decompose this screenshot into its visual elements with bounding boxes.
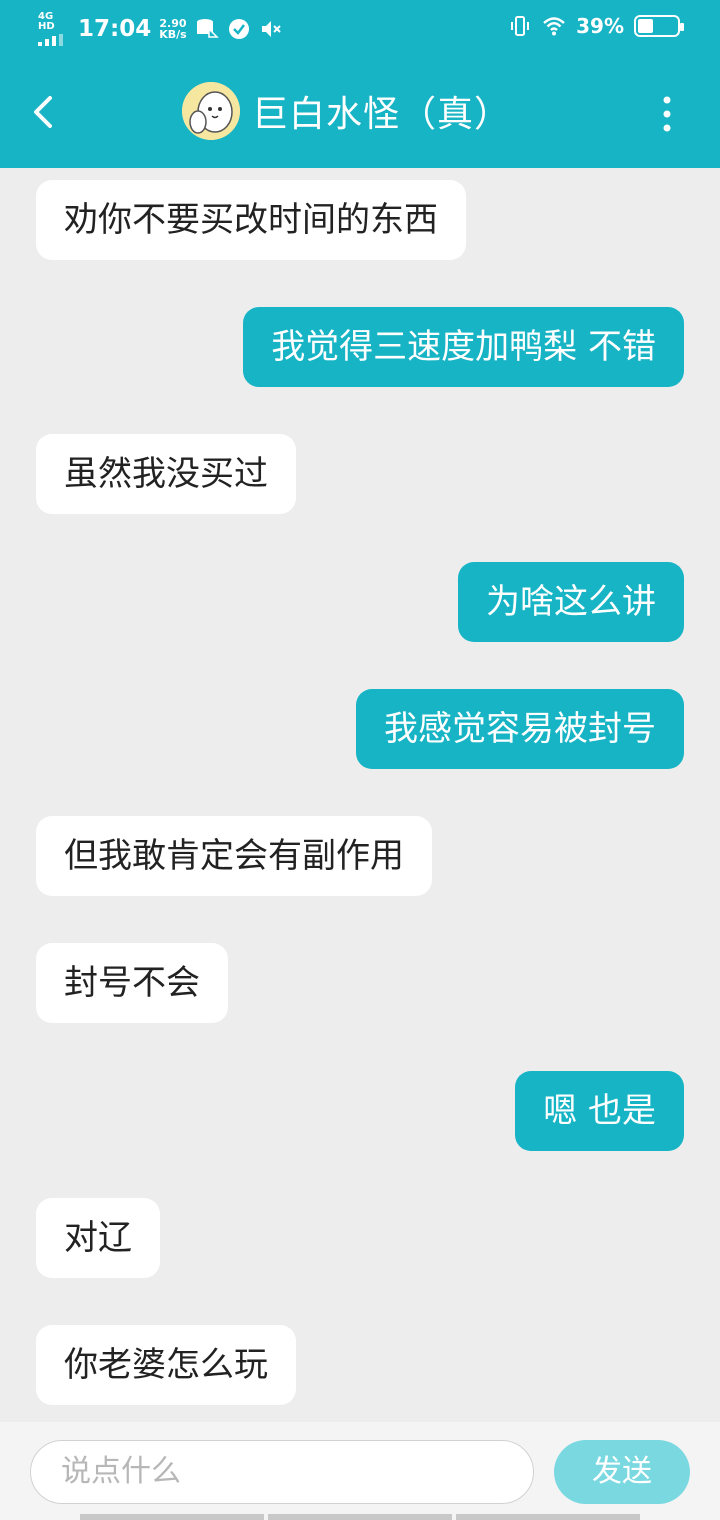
message-bubble-sent[interactable]: 为啥这么讲 [458,562,684,642]
message-bubble-received[interactable]: 劝你不要买改时间的东西 [36,180,466,260]
send-button[interactable]: 发送 [554,1440,690,1504]
mute-icon [261,21,281,37]
network-type: 4G HD [38,11,55,32]
battery-percent: 39% [576,14,624,38]
message-bubble-sent[interactable]: 嗯 也是 [515,1071,684,1151]
chevron-left-icon[interactable] [26,86,66,138]
chat-toolbar: 巨白水怪（真） [0,62,720,166]
battery-icon [634,15,684,37]
status-bar: 4G HD 17:04 2.90 KB/s 39% [0,0,720,58]
message-bubble-received[interactable]: 对辽 [36,1198,160,1278]
status-right: 39% [508,14,684,38]
message-bubble-received[interactable]: 但我敢肯定会有副作用 [36,816,432,896]
message-bubble-sent[interactable]: 我感觉容易被封号 [356,689,684,769]
message-bubble-received[interactable]: 封号不会 [36,943,228,1023]
more-vertical-icon[interactable] [654,94,680,134]
app-header: 4G HD 17:04 2.90 KB/s 39% 巨白水怪（真） [0,0,720,168]
message-bubble-sent[interactable]: 我觉得三速度加鸭梨 不错 [243,307,684,387]
avatar-image [182,82,240,140]
message-input[interactable]: 说点什么 [30,1440,534,1504]
data-saver-icon [196,19,219,38]
clock: 17:04 [78,16,152,42]
signal-icon: 4G HD [38,12,70,46]
check-circle-icon [228,19,249,39]
avatar[interactable] [182,82,240,140]
chat-title-group[interactable]: 巨白水怪（真） [182,82,511,140]
message-list[interactable]: 劝你不要买改时间的东西 我觉得三速度加鸭梨 不错 虽然我没买过 为啥这么讲 我感… [0,168,720,1422]
status-left: 4G HD 17:04 2.90 KB/s [38,12,283,46]
battery-fill [638,19,653,33]
page-title: 巨白水怪（真） [252,94,512,135]
keyboard-edge [80,1514,640,1520]
message-bubble-received[interactable]: 虽然我没买过 [36,434,296,514]
network-speed: 2.90 KB/s [159,17,187,41]
composer: 说点什么 发送 [0,1422,720,1520]
message-bubble-received[interactable]: 你老婆怎么玩 [36,1325,296,1405]
vibrate-icon [511,16,530,36]
wifi-icon [543,17,565,36]
